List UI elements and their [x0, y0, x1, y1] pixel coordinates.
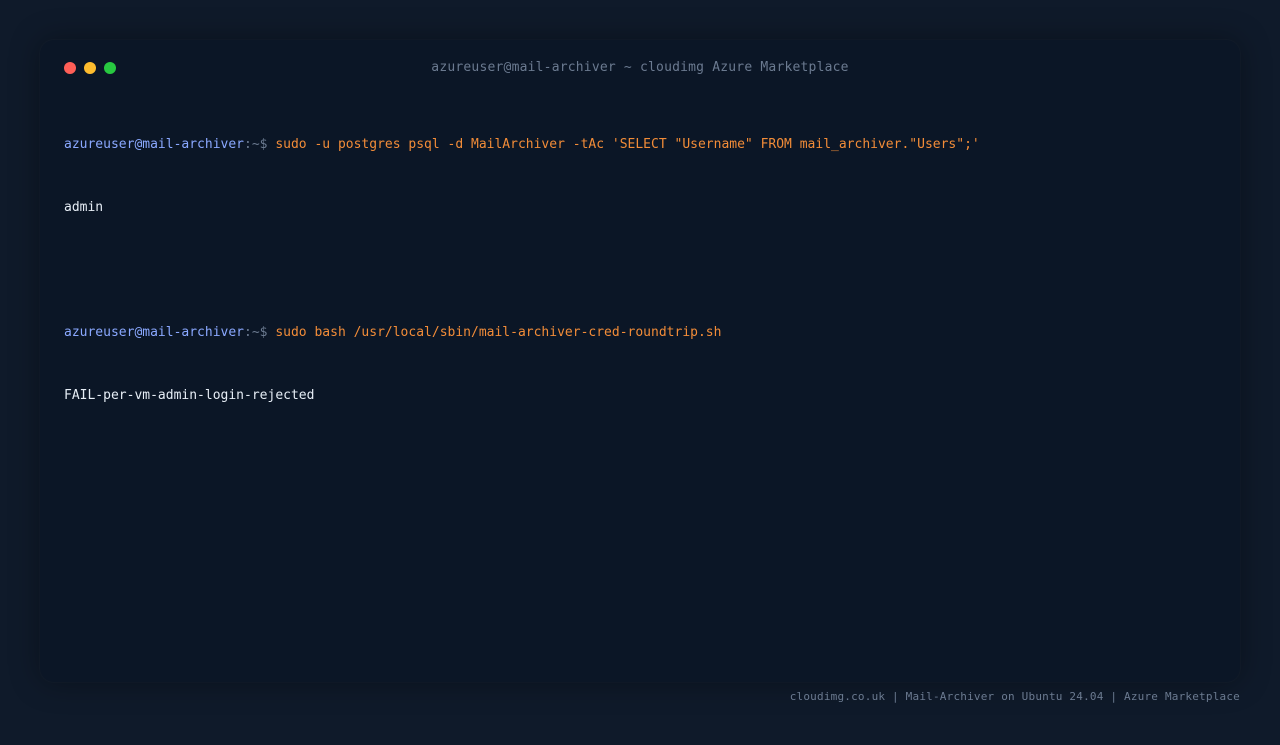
- command-text: sudo bash /usr/local/sbin/mail-archiver-…: [275, 325, 722, 340]
- command-output: admin: [64, 200, 104, 215]
- command-line: azureuser@mail-archiver:~$ sudo bash /us…: [64, 322, 1216, 343]
- command-text: sudo -u postgres psql -d MailArchiver -t…: [275, 137, 980, 152]
- window-title: azureuser@mail-archiver ~ cloudimg Azure…: [431, 60, 849, 75]
- prompt-user-host: azureuser@mail-archiver: [64, 325, 245, 340]
- prompt-path: :~$: [244, 137, 268, 152]
- terminal-window[interactable]: azureuser@mail-archiver ~ cloudimg Azure…: [40, 40, 1240, 682]
- footer-caption: cloudimg.co.uk | Mail-Archiver on Ubuntu…: [789, 690, 1240, 703]
- command-line: azureuser@mail-archiver:~$ sudo -u postg…: [64, 134, 1216, 155]
- command-output: FAIL-per-vm-admin-login-rejected: [64, 388, 315, 403]
- prompt-user-host: azureuser@mail-archiver: [64, 137, 245, 152]
- terminal-output[interactable]: azureuser@mail-archiver:~$ sudo -u postg…: [64, 92, 1216, 448]
- prompt-path: :~$: [244, 325, 268, 340]
